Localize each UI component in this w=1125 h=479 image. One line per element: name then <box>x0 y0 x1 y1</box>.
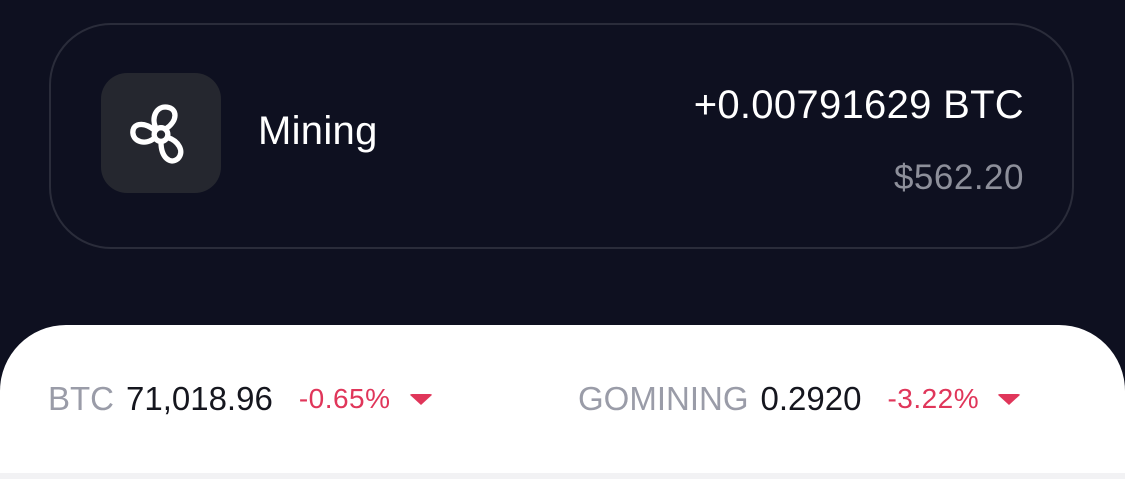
ticker-change: -3.22% <box>887 383 980 414</box>
mining-label: Mining <box>258 109 378 153</box>
mining-icon-tile <box>101 73 221 193</box>
ticker-gomining[interactable]: GOMINING 0.2920 -3.22% <box>578 380 1022 418</box>
fan-icon <box>130 104 184 164</box>
mining-card[interactable]: Mining +0.00791629 BTC $562.20 <box>49 23 1074 249</box>
caret-down-icon <box>997 393 1022 405</box>
ticker-change: -0.65% <box>298 383 391 414</box>
ticker-symbol: BTC <box>48 380 114 417</box>
ticker-price: 71,018.96 <box>126 380 273 417</box>
btc-earned-amount: +0.00791629 BTC <box>693 83 1024 127</box>
ticker-symbol: GOMINING <box>578 380 749 417</box>
ticker-btc[interactable]: BTC 71,018.96 -0.65% <box>48 380 433 418</box>
ticker-price: 0.2920 <box>760 380 862 417</box>
caret-down-icon <box>408 393 433 405</box>
price-ticker-bar: BTC 71,018.96 -0.65% GOMINING 0.2920 -3.… <box>0 325 1125 479</box>
usd-earned-amount: $562.20 <box>893 158 1024 197</box>
